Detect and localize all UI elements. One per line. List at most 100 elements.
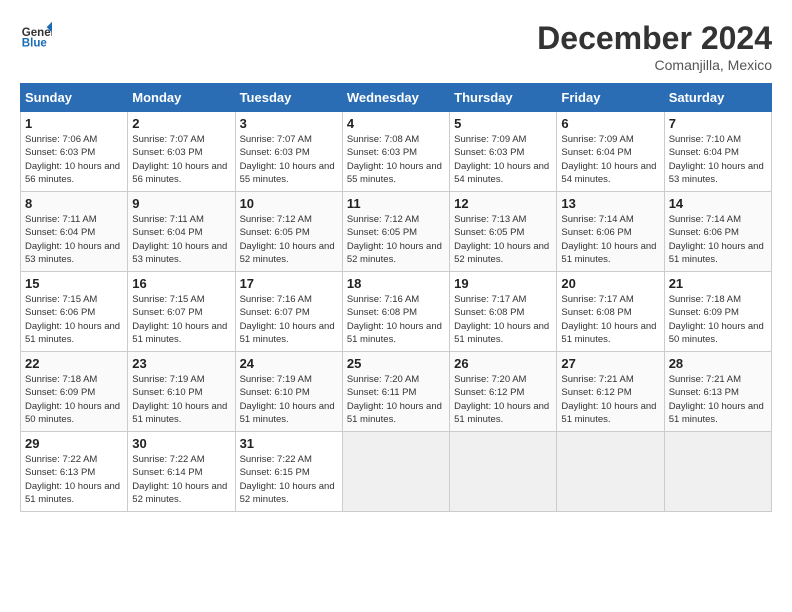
day-number: 31 — [240, 436, 338, 451]
day-detail: Sunrise: 7:21 AMSunset: 6:12 PMDaylight:… — [561, 373, 659, 426]
logo: General Blue — [20, 20, 52, 52]
day-detail: Sunrise: 7:20 AMSunset: 6:11 PMDaylight:… — [347, 373, 445, 426]
logo-icon: General Blue — [20, 20, 52, 52]
calendar-cell: 27 Sunrise: 7:21 AMSunset: 6:12 PMDayligh… — [557, 352, 664, 432]
calendar-cell: 30Sunrise: 7:22 AMSunset: 6:14 PMDayligh… — [128, 432, 235, 512]
day-detail: Sunrise: 7:09 AMSunset: 6:04 PMDaylight:… — [561, 133, 659, 186]
calendar-cell: 16Sunrise: 7:15 AMSunset: 6:07 PMDayligh… — [128, 272, 235, 352]
svg-text:Blue: Blue — [22, 38, 48, 50]
day-detail: Sunrise: 7:12 AMSunset: 6:05 PMDaylight:… — [347, 213, 445, 266]
calendar-cell: 11 Sunrise: 7:12 AMSunset: 6:05 PMDayligh… — [342, 192, 449, 272]
week-row-1: 1 Sunrise: 7:06 AMSunset: 6:03 PMDaylight… — [21, 112, 772, 192]
day-detail: Sunrise: 7:19 AMSunset: 6:10 PMDaylight:… — [240, 373, 338, 426]
calendar-cell: 20 Sunrise: 7:17 AMSunset: 6:08 PMDayligh… — [557, 272, 664, 352]
day-number: 8 — [25, 196, 123, 211]
week-row-3: 15 Sunrise: 7:15 AMSunset: 6:06 PMDayligh… — [21, 272, 772, 352]
day-number: 15 — [25, 276, 123, 291]
day-detail: Sunrise: 7:20 AMSunset: 6:12 PMDaylight:… — [454, 373, 552, 426]
day-number: 19 — [454, 276, 552, 291]
day-number: 12 — [454, 196, 552, 211]
day-detail: Sunrise: 7:22 AMSunset: 6:15 PMDaylight:… — [240, 453, 338, 506]
day-detail: Sunrise: 7:11 AMSunset: 6:04 PMDaylight:… — [132, 213, 230, 266]
calendar-cell: 25 Sunrise: 7:20 AMSunset: 6:11 PMDayligh… — [342, 352, 449, 432]
calendar-cell: 23 Sunrise: 7:19 AMSunset: 6:10 PMDayligh… — [128, 352, 235, 432]
calendar-cell: 19 Sunrise: 7:17 AMSunset: 6:08 PMDayligh… — [450, 272, 557, 352]
day-number: 4 — [347, 116, 445, 131]
day-detail: Sunrise: 7:07 AMSunset: 6:03 PMDaylight:… — [240, 133, 338, 186]
day-detail: Sunrise: 7:16 AMSunset: 6:07 PMDaylight:… — [240, 293, 338, 346]
calendar-cell: 1 Sunrise: 7:06 AMSunset: 6:03 PMDaylight… — [21, 112, 128, 192]
day-detail: Sunrise: 7:06 AMSunset: 6:03 PMDaylight:… — [25, 133, 123, 186]
calendar-cell: 10 Sunrise: 7:12 AMSunset: 6:05 PMDayligh… — [235, 192, 342, 272]
day-number: 6 — [561, 116, 659, 131]
day-number: 11 — [347, 196, 445, 211]
calendar-cell: 14 Sunrise: 7:14 AMSunset: 6:06 PMDayligh… — [664, 192, 771, 272]
calendar-cell: 26 Sunrise: 7:20 AMSunset: 6:12 PMDayligh… — [450, 352, 557, 432]
calendar-cell: 29Sunrise: 7:22 AMSunset: 6:13 PMDayligh… — [21, 432, 128, 512]
col-header-thursday: Thursday — [450, 84, 557, 112]
day-detail: Sunrise: 7:16 AMSunset: 6:08 PMDaylight:… — [347, 293, 445, 346]
day-number: 9 — [132, 196, 230, 211]
col-header-sunday: Sunday — [21, 84, 128, 112]
day-number: 21 — [669, 276, 767, 291]
day-detail: Sunrise: 7:19 AMSunset: 6:10 PMDaylight:… — [132, 373, 230, 426]
day-number: 10 — [240, 196, 338, 211]
week-row-2: 8 Sunrise: 7:11 AMSunset: 6:04 PMDaylight… — [21, 192, 772, 272]
col-header-friday: Friday — [557, 84, 664, 112]
day-number: 3 — [240, 116, 338, 131]
day-detail: Sunrise: 7:10 AMSunset: 6:04 PMDaylight:… — [669, 133, 767, 186]
calendar-cell — [342, 432, 449, 512]
day-number: 14 — [669, 196, 767, 211]
title-area: December 2024 Comanjilla, Mexico — [537, 20, 772, 73]
header: General Blue December 2024 Comanjilla, M… — [20, 20, 772, 73]
day-number: 5 — [454, 116, 552, 131]
calendar-cell: 22Sunrise: 7:18 AMSunset: 6:09 PMDayligh… — [21, 352, 128, 432]
day-number: 1 — [25, 116, 123, 131]
day-number: 18 — [347, 276, 445, 291]
calendar-cell: 6 Sunrise: 7:09 AMSunset: 6:04 PMDaylight… — [557, 112, 664, 192]
day-detail: Sunrise: 7:13 AMSunset: 6:05 PMDaylight:… — [454, 213, 552, 266]
col-header-wednesday: Wednesday — [342, 84, 449, 112]
day-detail: Sunrise: 7:22 AMSunset: 6:13 PMDaylight:… — [25, 453, 123, 506]
day-detail: Sunrise: 7:18 AMSunset: 6:09 PMDaylight:… — [25, 373, 123, 426]
day-number: 25 — [347, 356, 445, 371]
calendar-cell: 21 Sunrise: 7:18 AMSunset: 6:09 PMDayligh… — [664, 272, 771, 352]
calendar-cell: 28Sunrise: 7:21 AMSunset: 6:13 PMDayligh… — [664, 352, 771, 432]
day-number: 16 — [132, 276, 230, 291]
calendar-title: December 2024 — [537, 20, 772, 57]
day-detail: Sunrise: 7:17 AMSunset: 6:08 PMDaylight:… — [561, 293, 659, 346]
calendar-cell: 2 Sunrise: 7:07 AMSunset: 6:03 PMDaylight… — [128, 112, 235, 192]
calendar-cell: 9 Sunrise: 7:11 AMSunset: 6:04 PMDaylight… — [128, 192, 235, 272]
calendar-cell — [450, 432, 557, 512]
day-number: 26 — [454, 356, 552, 371]
calendar-cell: 5 Sunrise: 7:09 AMSunset: 6:03 PMDaylight… — [450, 112, 557, 192]
day-number: 27 — [561, 356, 659, 371]
day-number: 2 — [132, 116, 230, 131]
calendar-subtitle: Comanjilla, Mexico — [537, 57, 772, 73]
day-detail: Sunrise: 7:08 AMSunset: 6:03 PMDaylight:… — [347, 133, 445, 186]
calendar-cell: 31 Sunrise: 7:22 AMSunset: 6:15 PMDayligh… — [235, 432, 342, 512]
day-number: 30 — [132, 436, 230, 451]
day-detail: Sunrise: 7:15 AMSunset: 6:06 PMDaylight:… — [25, 293, 123, 346]
calendar-cell: 13 Sunrise: 7:14 AMSunset: 6:06 PMDayligh… — [557, 192, 664, 272]
day-number: 23 — [132, 356, 230, 371]
calendar-cell: 3 Sunrise: 7:07 AMSunset: 6:03 PMDaylight… — [235, 112, 342, 192]
calendar-cell: 15 Sunrise: 7:15 AMSunset: 6:06 PMDayligh… — [21, 272, 128, 352]
day-detail: Sunrise: 7:14 AMSunset: 6:06 PMDaylight:… — [561, 213, 659, 266]
day-detail: Sunrise: 7:07 AMSunset: 6:03 PMDaylight:… — [132, 133, 230, 186]
day-detail: Sunrise: 7:17 AMSunset: 6:08 PMDaylight:… — [454, 293, 552, 346]
week-row-4: 22Sunrise: 7:18 AMSunset: 6:09 PMDayligh… — [21, 352, 772, 432]
calendar-cell: 24Sunrise: 7:19 AMSunset: 6:10 PMDayligh… — [235, 352, 342, 432]
day-detail: Sunrise: 7:14 AMSunset: 6:06 PMDaylight:… — [669, 213, 767, 266]
day-number: 17 — [240, 276, 338, 291]
calendar-cell: 12 Sunrise: 7:13 AMSunset: 6:05 PMDayligh… — [450, 192, 557, 272]
day-number: 13 — [561, 196, 659, 211]
col-header-saturday: Saturday — [664, 84, 771, 112]
day-number: 20 — [561, 276, 659, 291]
day-detail: Sunrise: 7:09 AMSunset: 6:03 PMDaylight:… — [454, 133, 552, 186]
day-detail: Sunrise: 7:18 AMSunset: 6:09 PMDaylight:… — [669, 293, 767, 346]
day-detail: Sunrise: 7:12 AMSunset: 6:05 PMDaylight:… — [240, 213, 338, 266]
week-row-5: 29Sunrise: 7:22 AMSunset: 6:13 PMDayligh… — [21, 432, 772, 512]
day-detail: Sunrise: 7:11 AMSunset: 6:04 PMDaylight:… — [25, 213, 123, 266]
calendar-cell: 17 Sunrise: 7:16 AMSunset: 6:07 PMDayligh… — [235, 272, 342, 352]
